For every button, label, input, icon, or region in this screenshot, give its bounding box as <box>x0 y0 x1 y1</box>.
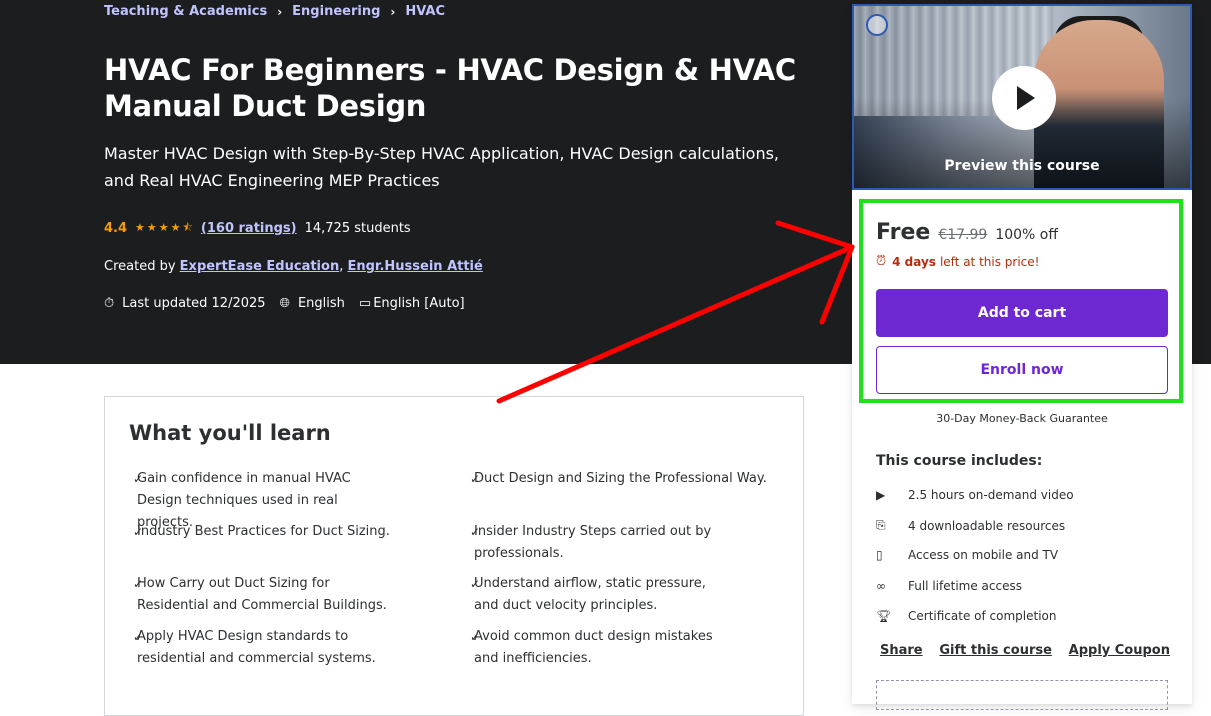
trophy-icon: 🏆︎ <box>876 609 892 623</box>
check-icon: ✓ <box>470 472 481 486</box>
check-icon: ✓ <box>133 525 144 539</box>
include-item: 🏆︎ Certificate of completion <box>876 609 1057 623</box>
coupon-box <box>876 680 1168 710</box>
original-price: €17.99 <box>938 227 988 243</box>
purchase-sidebar: Preview this course Free €17.99 100% off… <box>852 4 1192 710</box>
infinity-icon: ∞ <box>876 579 886 593</box>
learn-item: ✓ Insider Industry Steps carried out by p… <box>442 521 732 565</box>
breadcrumb-hvac[interactable]: HVAC <box>405 4 445 19</box>
globe-icon: 🌐︎ <box>279 296 290 311</box>
mobile-icon: ▯ <box>876 548 883 562</box>
sidebar-actions: Share Gift this course Apply Coupon <box>880 643 1170 658</box>
add-to-cart-button[interactable]: Add to cart <box>876 289 1168 337</box>
money-back-guarantee: 30-Day Money-Back Guarantee <box>936 412 1108 425</box>
include-item: ⎘ 4 downloadable resources <box>876 518 1066 533</box>
course-captions: English [Auto] <box>373 296 465 311</box>
apply-coupon-link[interactable]: Apply Coupon <box>1069 643 1170 658</box>
learn-item: ✓ Duct Design and Sizing the Professional… <box>442 468 792 490</box>
course-meta: ⏱ Last updated 12/2025 🌐︎ English ▭ Engl… <box>104 296 465 311</box>
chevron-right-icon: › <box>277 4 283 19</box>
price-row: Free €17.99 100% off <box>876 220 1058 245</box>
video-icon: ▶︎ <box>876 488 886 502</box>
created-by-label: Created by <box>104 259 176 274</box>
learn-item: ✓ How Carry out Duct Sizing for Residenti… <box>105 573 395 617</box>
current-price: Free <box>876 220 931 245</box>
rating-row: 4.4 ★★★★⯪ (160 ratings) 14,725 students <box>104 219 411 238</box>
learn-item: ✓ Industry Best Practices for Duct Sizing… <box>105 521 395 543</box>
alert-badge-icon: ⏱ <box>104 296 115 311</box>
check-icon: ✓ <box>470 525 481 539</box>
includes-title: This course includes: <box>876 453 1043 469</box>
play-icon[interactable] <box>992 66 1056 130</box>
course-subtitle: Master HVAC Design with Step-By-Step HVA… <box>104 144 779 190</box>
deadline-days: 4 days <box>892 254 936 269</box>
course-preview[interactable]: Preview this course <box>852 4 1192 190</box>
what-you-learn-section: What you'll learn ✓ Gain confidence in ma… <box>104 396 804 716</box>
ratings-link[interactable]: (160 ratings) <box>201 221 297 236</box>
share-link[interactable]: Share <box>880 643 923 658</box>
star-rating-icon: ★★★★⯪ <box>135 221 195 234</box>
check-icon: ✓ <box>133 577 144 591</box>
breadcrumb-teaching[interactable]: Teaching & Academics <box>104 4 267 19</box>
download-file-icon: ⎘ <box>876 518 886 532</box>
course-title: HVAC For Beginners - HVAC Design & HVAC … <box>104 53 796 123</box>
breadcrumb-engineering[interactable]: Engineering <box>292 4 380 19</box>
preview-label[interactable]: Preview this course <box>854 158 1190 174</box>
discount-percent: 100% off <box>995 227 1058 243</box>
include-item: ∞ Full lifetime access <box>876 579 1022 593</box>
check-icon: ✓ <box>133 630 144 644</box>
learn-item: ✓ Understand airflow, static pressure, an… <box>442 573 732 617</box>
created-by: Created by ExpertEase Education, Engr.Hu… <box>104 259 483 274</box>
check-icon: ✓ <box>470 577 481 591</box>
captions-icon: ▭ <box>358 296 372 311</box>
enroll-now-button[interactable]: Enroll now <box>876 346 1168 394</box>
rating-value: 4.4 <box>104 221 128 236</box>
check-icon: ✓ <box>470 630 481 644</box>
chevron-right-icon: › <box>390 4 396 19</box>
last-updated: Last updated 12/2025 <box>122 296 266 311</box>
what-you-learn-title: What you'll learn <box>129 421 331 445</box>
check-icon: ✓ <box>133 472 144 486</box>
gift-course-link[interactable]: Gift this course <box>939 643 1052 658</box>
author-link-expertease[interactable]: ExpertEase Education <box>180 259 340 274</box>
deadline-text: left at this price! <box>939 254 1040 269</box>
learn-item: ✓ Avoid common duct design mistakes and i… <box>442 626 732 670</box>
alarm-clock-icon: ⏰︎ <box>876 254 887 269</box>
channel-logo-icon <box>866 14 888 36</box>
breadcrumb: Teaching & Academics › Engineering › HVA… <box>104 4 445 19</box>
include-item: ▯ Access on mobile and TV <box>876 548 1059 562</box>
include-item: ▶︎ 2.5 hours on-demand video <box>876 488 1074 502</box>
student-count: 14,725 students <box>304 221 411 236</box>
course-language: English <box>297 296 345 311</box>
author-link-hussein[interactable]: Engr.Hussein Attié <box>347 259 482 274</box>
price-deadline: ⏰︎ 4 days left at this price! <box>876 254 1039 269</box>
learn-item: ✓ Apply HVAC Design standards to resident… <box>105 626 395 670</box>
